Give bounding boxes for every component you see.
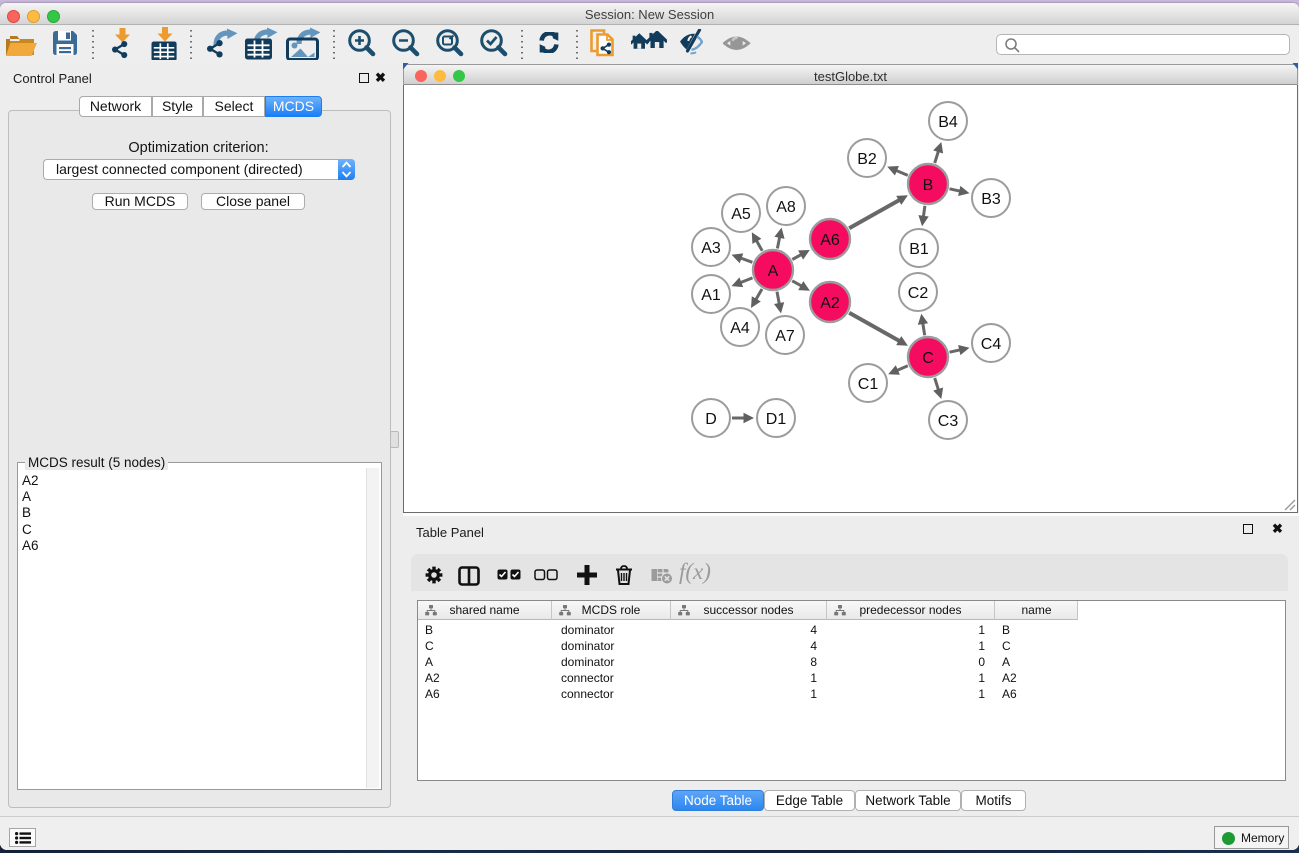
svg-text:C1: C1 — [858, 376, 879, 393]
svg-text:D: D — [705, 411, 717, 428]
svg-text:A2: A2 — [820, 295, 840, 312]
svg-text:C: C — [922, 350, 934, 367]
svg-text:A8: A8 — [776, 199, 796, 216]
svg-text:B3: B3 — [981, 191, 1001, 208]
svg-text:C4: C4 — [981, 336, 1002, 353]
svg-text:D1: D1 — [766, 411, 787, 428]
svg-text:B4: B4 — [938, 114, 958, 131]
svg-text:C3: C3 — [938, 413, 959, 430]
svg-text:B1: B1 — [909, 241, 929, 258]
svg-text:A1: A1 — [701, 287, 721, 304]
svg-text:A7: A7 — [775, 328, 795, 345]
svg-text:B2: B2 — [857, 151, 877, 168]
svg-text:A5: A5 — [731, 206, 751, 223]
svg-text:B: B — [923, 177, 934, 194]
svg-text:A3: A3 — [701, 240, 721, 257]
svg-text:A4: A4 — [730, 320, 750, 337]
svg-text:A: A — [768, 263, 779, 280]
svg-text:A6: A6 — [820, 232, 840, 249]
svg-text:C2: C2 — [908, 285, 929, 302]
